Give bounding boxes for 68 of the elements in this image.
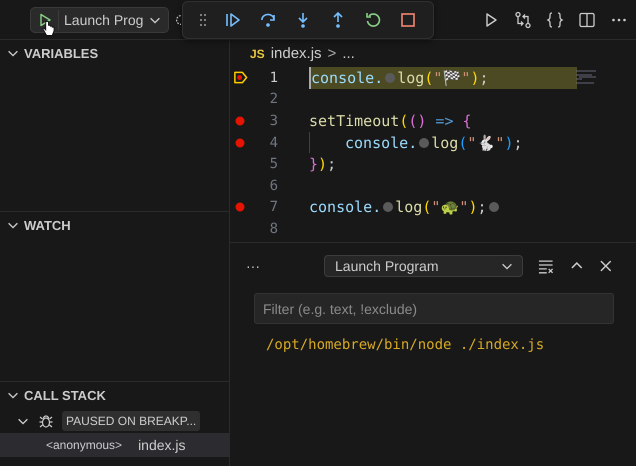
- code-token: {: [462, 112, 472, 130]
- section-title[interactable]: VARIABLES: [24, 46, 98, 60]
- code-token: (: [399, 112, 408, 130]
- code-token: log: [397, 68, 424, 87]
- section-title[interactable]: CALL STACK: [24, 388, 106, 402]
- line-number: 6: [268, 178, 278, 194]
- stack-frame[interactable]: <anonymous> index.js: [0, 433, 229, 457]
- debug-session-dropdown[interactable]: Launch Program: [324, 255, 524, 277]
- breakpoint-icon[interactable]: [235, 202, 245, 212]
- code-token: ;: [477, 198, 486, 216]
- launch-config-label: Launch Prog: [64, 12, 144, 28]
- breadcrumb-file[interactable]: index.js: [270, 45, 322, 62]
- code-token: log: [431, 134, 458, 152]
- paused-status-label: PAUSED ON BREAKP...: [62, 410, 200, 430]
- code-token: console.: [345, 134, 418, 152]
- code-token: }: [309, 155, 318, 174]
- breakpoint-icon[interactable]: [235, 138, 245, 148]
- console-output-line: /opt/homebrew/bin/node ./index.js: [266, 337, 546, 353]
- line-number: 1: [268, 70, 278, 86]
- line-number: 7: [268, 199, 278, 216]
- split-editor-icon[interactable]: [578, 10, 596, 28]
- code-token: ): [468, 198, 478, 216]
- inline-breakpoint-icon[interactable]: [383, 202, 394, 212]
- breadcrumb-symbol[interactable]: ...: [342, 45, 355, 62]
- code-token: "🐢": [431, 198, 468, 216]
- line-number: 4: [268, 134, 278, 151]
- code-token: ;: [479, 68, 488, 87]
- line-number: 3: [268, 112, 278, 129]
- code-token: ): [318, 155, 328, 174]
- code-token: log: [395, 198, 422, 216]
- compare-changes-icon[interactable]: [514, 10, 532, 28]
- breadcrumb-separator: >: [328, 45, 336, 62]
- launch-config-dropdown[interactable]: Launch Prog: [30, 6, 170, 32]
- continue-icon[interactable]: [224, 11, 242, 29]
- code-token: ): [504, 134, 514, 152]
- code-token: console.: [311, 68, 384, 87]
- close-icon[interactable]: [598, 258, 614, 274]
- code-token: (): [408, 112, 426, 130]
- gear-icon[interactable]: [174, 12, 181, 28]
- line-number: 5: [268, 156, 278, 172]
- code-token: ): [470, 68, 480, 87]
- code-token: "🐇": [467, 134, 504, 152]
- code-token: "🏁": [433, 68, 470, 87]
- breakpoint-icon[interactable]: [235, 116, 245, 126]
- code-token: ;: [327, 155, 336, 174]
- more-actions-button[interactable]: ···: [246, 258, 260, 274]
- braces-icon[interactable]: [546, 10, 564, 28]
- bug-icon: [38, 412, 54, 428]
- inline-breakpoint-icon[interactable]: [488, 202, 498, 212]
- line-number: 8: [268, 220, 278, 237]
- paused-breakpoint-icon[interactable]: [232, 70, 248, 86]
- drag-handle-icon[interactable]: [199, 13, 207, 27]
- filter-field[interactable]: Filter (e.g. text, !exclude): [254, 293, 614, 324]
- restart-icon[interactable]: [364, 11, 382, 29]
- code-token: (: [458, 134, 468, 152]
- code-token: setTimeout: [309, 112, 400, 130]
- inline-breakpoint-icon[interactable]: [419, 138, 430, 148]
- code-token: (: [424, 68, 434, 87]
- step-over-icon[interactable]: [259, 11, 277, 29]
- line-number: 2: [268, 91, 278, 108]
- js-file-icon: JS: [250, 46, 265, 60]
- stop-icon[interactable]: [399, 11, 417, 29]
- section-title[interactable]: WATCH: [24, 218, 71, 232]
- code-token: (: [422, 198, 432, 216]
- code-token: ;: [513, 134, 522, 152]
- code-token: console.: [309, 198, 382, 216]
- hand-cursor-icon: [42, 20, 55, 37]
- code-token: =>: [434, 112, 454, 130]
